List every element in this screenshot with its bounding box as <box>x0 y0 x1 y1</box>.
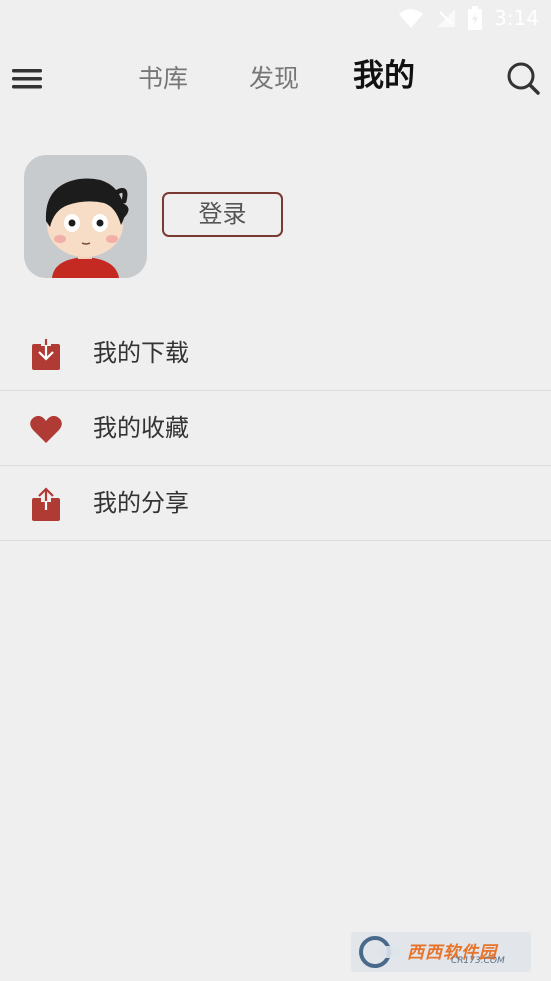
login-button[interactable]: 登录 <box>162 192 283 237</box>
search-icon[interactable] <box>505 60 541 96</box>
battery-charging-icon <box>468 6 483 30</box>
menu-item-label: 我的收藏 <box>93 414 189 442</box>
menu-item-favorites[interactable]: 我的收藏 <box>0 391 551 466</box>
tab-bar: 书库 发现 我的 <box>120 44 440 114</box>
status-time: 3:14 <box>494 6 539 30</box>
watermark-sub: CR173.COM <box>451 956 505 966</box>
top-nav: 书库 发现 我的 <box>0 44 551 114</box>
download-icon <box>28 336 64 372</box>
signal-icon <box>436 8 456 28</box>
heart-icon <box>28 411 64 447</box>
share-icon <box>28 486 64 522</box>
watermark-logo: 西西软件园 CR173.COM <box>351 932 531 972</box>
hamburger-menu-icon[interactable] <box>10 62 44 96</box>
tab-discover[interactable]: 发现 <box>249 62 299 96</box>
menu-item-label: 我的分享 <box>93 489 189 517</box>
avatar[interactable] <box>24 155 147 278</box>
status-icons: 3:14 <box>398 6 539 30</box>
menu-item-shares[interactable]: 我的分享 <box>0 466 551 541</box>
menu-list: 我的下载 我的收藏 我的分享 <box>0 316 551 541</box>
wifi-icon <box>398 7 424 29</box>
menu-item-downloads[interactable]: 我的下载 <box>0 316 551 391</box>
tab-mine[interactable]: 我的 <box>353 59 415 93</box>
tab-library[interactable]: 书库 <box>138 62 188 96</box>
status-bar: 3:14 <box>0 0 551 40</box>
menu-item-label: 我的下载 <box>93 339 189 367</box>
